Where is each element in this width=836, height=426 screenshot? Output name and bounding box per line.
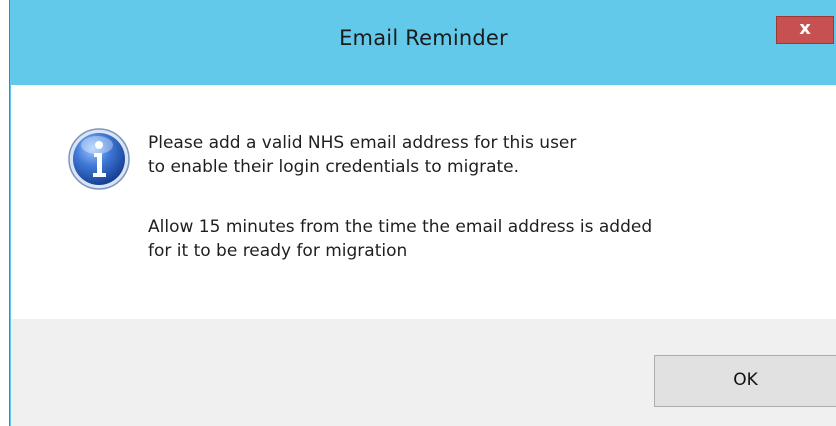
button-bar: OK <box>11 319 836 426</box>
message-line: for it to be ready for migration <box>148 241 408 261</box>
message-line: Please add a valid NHS email address for… <box>148 133 577 153</box>
email-reminder-dialog: Email Reminder x Please add a valid NHS … <box>9 0 836 426</box>
message-paragraph-1: Please add a valid NHS email address for… <box>148 131 576 179</box>
dialog-content: Please add a valid NHS email address for… <box>11 85 836 319</box>
dialog-title: Email Reminder <box>339 26 508 50</box>
title-bar[interactable]: Email Reminder x <box>10 0 836 85</box>
message-line: Allow 15 minutes from the time the email… <box>148 217 653 237</box>
message-line: to enable their login credentials to mig… <box>148 157 520 177</box>
message-paragraph-2: Allow 15 minutes from the time the email… <box>148 215 652 263</box>
information-icon <box>68 128 130 190</box>
ok-button[interactable]: OK <box>654 355 836 407</box>
close-button[interactable]: x <box>776 16 834 44</box>
